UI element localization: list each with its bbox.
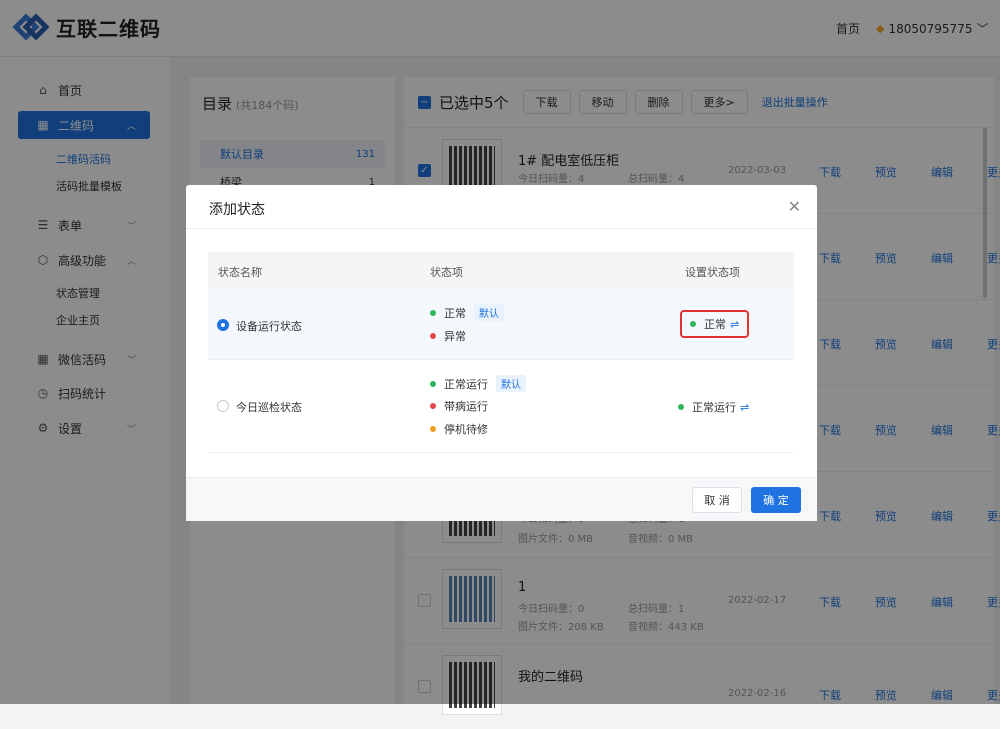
header-state-name: 状态名称 — [218, 266, 262, 279]
table-row[interactable]: 今日巡检状态 正常运行 默认 带病运行 停机待修 正常运行 ⇌ — [208, 360, 794, 453]
set-state-selector[interactable]: 正常运行 ⇌ — [678, 399, 749, 415]
set-state-selector[interactable]: 正常 ⇌ — [680, 310, 750, 338]
dialog-footer: 取 消 确 定 — [186, 477, 817, 521]
state-option: 停机待修 — [430, 421, 488, 437]
red-dot-icon — [430, 403, 436, 409]
default-tag: 默认 — [496, 375, 526, 392]
state-name: 设备运行状态 — [236, 320, 302, 333]
set-state-value: 正常运行 — [692, 401, 736, 414]
table-header: 状态名称 状态项 设置状态项 — [208, 252, 794, 290]
option-label: 异常 — [444, 330, 466, 343]
orange-dot-icon — [430, 426, 436, 432]
green-dot-icon — [430, 380, 436, 387]
default-tag: 默认 — [474, 304, 504, 321]
state-radio[interactable] — [217, 400, 229, 412]
dialog-header: 添加状态 ✕ — [186, 185, 817, 229]
option-label: 停机待修 — [444, 423, 488, 436]
state-name: 今日巡检状态 — [236, 401, 302, 414]
close-icon[interactable]: ✕ — [788, 197, 801, 216]
header-set-item: 设置状态项 — [685, 266, 740, 279]
option-label: 正常运行 — [444, 377, 488, 391]
switch-icon[interactable]: ⇌ — [730, 318, 739, 331]
add-status-dialog: 添加状态 ✕ 状态名称 状态项 设置状态项 设备运行状态 正常 默认 异常 正常 ⇌… — [186, 185, 817, 521]
red-dot-icon — [430, 333, 436, 339]
table-row[interactable]: 设备运行状态 正常 默认 异常 正常 ⇌ — [208, 290, 794, 360]
option-label: 正常 — [444, 306, 466, 320]
confirm-button[interactable]: 确 定 — [751, 487, 801, 513]
state-option: 正常运行 默认 — [430, 375, 526, 392]
option-label: 带病运行 — [444, 400, 488, 413]
green-dot-icon — [678, 404, 684, 410]
dialog-title: 添加状态 — [209, 202, 265, 218]
state-option: 带病运行 — [430, 398, 488, 414]
header-state-items: 状态项 — [430, 266, 463, 279]
cancel-button[interactable]: 取 消 — [692, 487, 742, 513]
switch-icon[interactable]: ⇌ — [740, 401, 749, 414]
green-dot-icon — [690, 321, 696, 327]
set-state-value: 正常 — [704, 318, 726, 331]
green-dot-icon — [430, 309, 436, 316]
state-option: 正常 默认 — [430, 304, 504, 321]
state-option: 异常 — [430, 328, 466, 344]
state-radio[interactable] — [217, 319, 229, 331]
